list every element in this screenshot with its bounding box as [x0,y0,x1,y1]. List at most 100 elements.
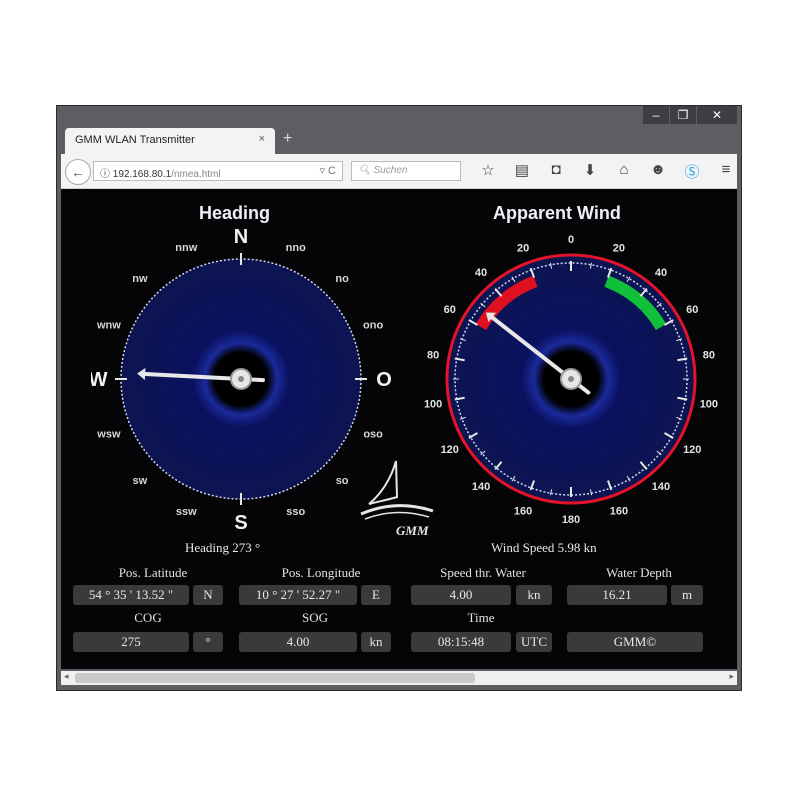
search-placeholder: Suchen [373,165,408,176]
download-icon[interactable]: ⬇ [573,161,607,182]
depth-label: Water Depth [606,565,672,580]
wind-scale-label: 80 [427,350,439,362]
logo-wave [364,511,430,520]
sog-value: 4.00 [239,632,357,652]
longitude-hemisphere: E [361,585,391,605]
maximize-button[interactable]: ❐ [670,106,696,124]
wind-scale-label: 140 [652,481,670,493]
wind-scale-label: 100 [700,398,718,410]
intercardinal-label: sso [286,506,305,518]
intercardinal-label: ssw [176,506,197,518]
wind-scale-label: 40 [475,267,487,279]
skype-icon[interactable]: Ⓢ [675,161,709,182]
wind-scale-label: 160 [514,506,532,518]
intercardinal-label: ono [363,319,383,331]
toolbar-icons: ☆ ▤ ◘ ⬇ ⌂ ☻ Ⓢ ≡ [471,161,743,182]
cardinal-label: S [234,512,247,529]
wind-scale-label: 0 [568,234,574,246]
reload-icon[interactable]: C [328,165,336,177]
time-unit: UTC [516,632,552,652]
new-tab-button[interactable]: + [283,130,292,148]
wind-hub-center [568,376,574,382]
browser-tab[interactable]: GMM WLAN Transmitter × [65,128,275,154]
tab-close-icon[interactable]: × [259,133,265,145]
longitude-label: Pos. Longitude [281,565,361,580]
sog-unit: kn [361,632,391,652]
longitude-value: 10 ° 27 ' 52.27 " [239,585,357,605]
wind-scale-label: 120 [683,444,701,456]
back-arrow-icon: ← [71,164,85,180]
wind-scale-label: 80 [703,350,715,362]
pocket-icon[interactable]: ◘ [539,161,573,182]
menu-icon[interactable]: ≡ [709,161,743,182]
depth-unit: m [671,585,703,605]
close-window-button[interactable]: ✕ [697,106,737,124]
latitude-hemisphere: N [193,585,223,605]
cardinal-label: W [91,369,108,391]
reading-list-icon[interactable]: ▤ [505,161,539,182]
intercardinal-label: so [336,475,349,487]
cardinal-label: O [376,369,391,391]
back-button[interactable]: ← [65,159,91,185]
heading-caption: Heading 273 ° [185,540,261,555]
intercardinal-label: wnw [96,319,121,331]
home-icon[interactable]: ⌂ [607,161,641,182]
cog-label: COG [134,610,162,625]
chat-icon[interactable]: ☻ [641,161,675,182]
wind-scale-label: 20 [517,242,529,254]
navigation-bar: ← ⓘ 192.168.80.1/nmea.html ▿ C 🔍︎ Suchen… [61,154,737,189]
url-bar[interactable]: ⓘ 192.168.80.1/nmea.html ▿ C [93,161,343,181]
wind-title: Apparent Wind [493,203,621,223]
cog-value: 275 [73,632,189,652]
bookmark-star-icon[interactable]: ☆ [471,161,505,182]
gmm-logo: GMM [360,460,434,538]
search-icon: 🔍︎ [358,165,374,176]
globe-icon: ⓘ [100,169,113,180]
browser-window: – ❐ ✕ GMM WLAN Transmitter × + ← ⓘ 192.1… [56,105,742,691]
scroll-right-icon[interactable]: ▸ [729,671,734,682]
stw-value: 4.00 [411,585,511,605]
search-input[interactable]: 🔍︎ Suchen [351,161,461,181]
compass-hub-center [238,376,244,382]
intercardinal-label: sw [133,475,148,487]
wind-scale-label: 40 [655,267,667,279]
window-controls: – ❐ ✕ [642,106,737,124]
latitude-label: Pos. Latitude [118,565,188,580]
stw-unit: kn [516,585,552,605]
wind-scale-label: 120 [441,444,459,456]
wind-scale-label: 180 [562,514,580,526]
wind-scale-label: 100 [424,398,442,410]
minimize-button[interactable]: – [643,106,669,124]
scroll-left-icon[interactable]: ◂ [64,671,69,682]
wind-scale-label: 140 [472,481,490,493]
stw-label: Speed thr. Water [440,565,526,580]
wind-scale-label: 160 [610,506,628,518]
horizontal-scrollbar[interactable]: ◂ ▸ [61,671,737,685]
heading-compass: N O S Wnno no ono oso so sso ssw sw wsw wnw nw nnw [91,229,391,529]
wind-gauge: 0 20 40 60 80 100 120 140 160 180 160 140 120 100 80 60… [424,234,718,526]
cog-unit: ° [193,632,223,652]
brand-box: GMM© [567,632,703,652]
scrollbar-thumb[interactable] [75,673,475,683]
wind-scale-label: 60 [444,304,456,316]
depth-value: 16.21 [567,585,667,605]
wind-scale-label: 20 [613,242,625,254]
latitude-value: 54 ° 35 ' 13.52 " [73,585,189,605]
intercardinal-label: nno [286,242,306,254]
sog-label: SOG [301,610,328,625]
wind-scale-label: 60 [686,304,698,316]
intercardinal-label: no [335,273,349,285]
intercardinal-label: nw [132,273,148,285]
time-value: 08:15:48 [411,632,511,652]
wind-speed-caption: Wind Speed 5.98 kn [491,540,597,555]
intercardinal-label: oso [363,429,383,441]
url-host: 192.168.80.1 [112,169,172,180]
url-path: /nmea.html [171,169,221,180]
cardinal-label: N [234,229,248,248]
logo-text: GMM [396,523,429,538]
time-label: Time [467,610,495,625]
intercardinal-label: wsw [96,429,121,441]
dropdown-icon[interactable]: ▿ [319,165,325,177]
tab-title: GMM WLAN Transmitter [75,134,195,146]
page-content: Heading Apparent Wind N O S Wnno no ono oso so s… [61,189,737,669]
